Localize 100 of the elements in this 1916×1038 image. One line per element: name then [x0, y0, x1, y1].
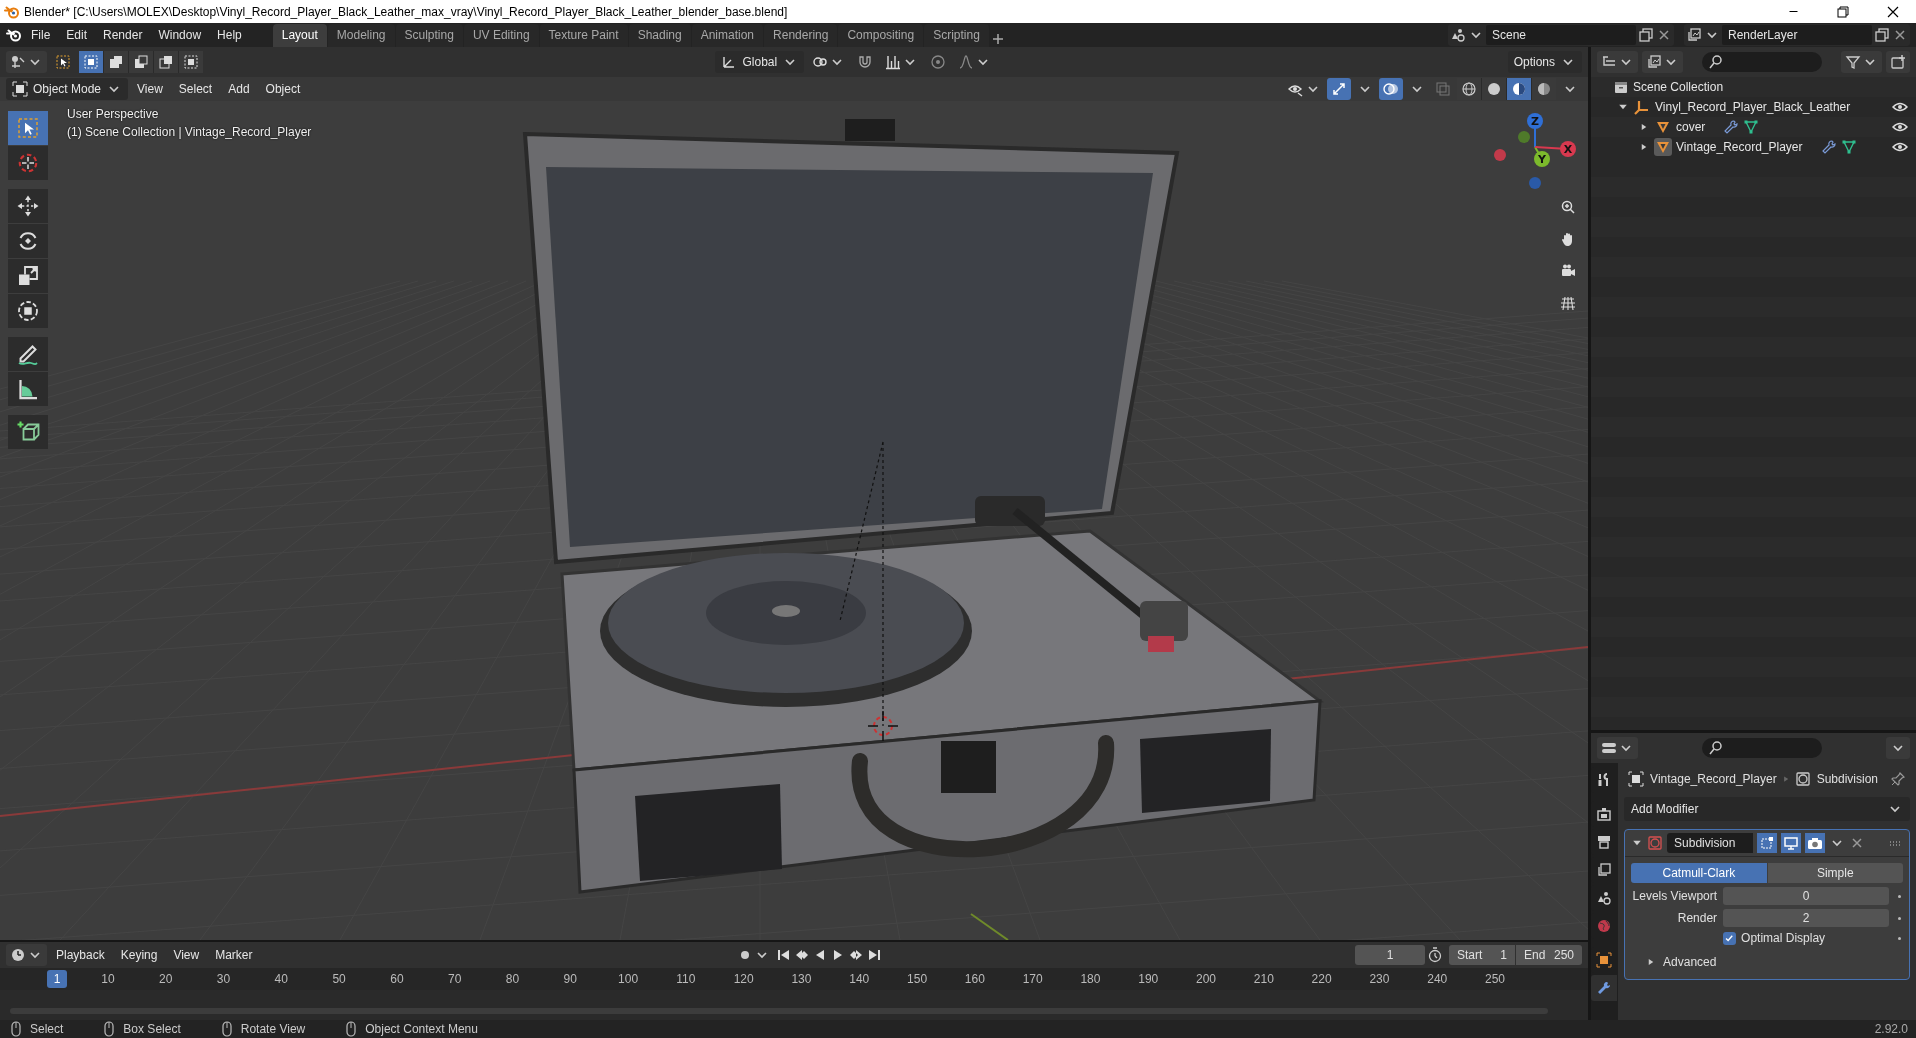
current-frame-field[interactable]: 1 [1355, 945, 1425, 965]
copy-icon[interactable] [1638, 27, 1654, 43]
edit-mode-toggle[interactable] [1757, 833, 1778, 853]
options-dropdown[interactable]: Options [1507, 51, 1582, 73]
new-collection-button[interactable] [1886, 51, 1910, 73]
menu-item[interactable]: View [166, 946, 207, 964]
pin-icon[interactable] [1890, 771, 1906, 787]
options-button[interactable] [1886, 737, 1910, 759]
workspace-tab[interactable]: UV Editing [463, 24, 539, 47]
select-mode-button[interactable] [154, 51, 178, 73]
shading-button[interactable] [1507, 78, 1531, 100]
axis-handle[interactable]: X [1560, 141, 1576, 157]
frame-number: 210 [1252, 972, 1275, 986]
menu-item[interactable]: File [24, 26, 58, 44]
pivot-icon [812, 54, 829, 70]
workspace-tab[interactable]: Scripting [924, 24, 989, 47]
end-frame-field[interactable]: End 250 [1516, 945, 1582, 965]
workspace-tab[interactable]: Sculpting [395, 24, 463, 47]
number-field[interactable]: 0 [1723, 887, 1889, 905]
checkbox-label[interactable]: Optimal Display [1741, 931, 1890, 945]
menu-item[interactable]: Help [210, 26, 249, 44]
outliner-label[interactable]: cover [1676, 120, 1706, 134]
tool-button[interactable] [8, 259, 48, 293]
negative-axis-handle[interactable] [1518, 131, 1530, 143]
modifier-wrench-icon[interactable] [1723, 119, 1740, 135]
shading-button[interactable] [1532, 78, 1556, 100]
scene-selector[interactable]: Scene [1448, 24, 1674, 46]
overlay-toggle[interactable] [1379, 78, 1403, 100]
workspace-tab[interactable]: Texture Paint [539, 24, 628, 47]
editor-type-button[interactable] [6, 51, 47, 73]
select-mode-button[interactable] [79, 51, 103, 73]
tool-button[interactable] [8, 111, 48, 145]
select-mode-button[interactable] [129, 51, 153, 73]
outliner-label[interactable]: Vintage_Record_Player [1676, 140, 1803, 154]
workspace-tab[interactable]: Layout [272, 24, 327, 47]
tool-button[interactable] [8, 146, 48, 180]
properties-tab[interactable] [1591, 975, 1617, 1001]
menu-item[interactable]: View [130, 80, 170, 98]
display-mode-button[interactable] [1642, 51, 1683, 73]
negative-axis-handle[interactable] [1494, 149, 1506, 161]
copy-icon[interactable] [1874, 27, 1890, 43]
name-field[interactable]: Subdivision [1667, 833, 1754, 853]
gizmo-toggle[interactable] [1327, 78, 1351, 100]
render-toggle[interactable] [1805, 833, 1826, 853]
shading-button[interactable] [1482, 78, 1506, 100]
tool-button[interactable] [8, 294, 48, 328]
modifier-wrench-icon[interactable] [1820, 139, 1837, 155]
number-field[interactable]: 2 [1723, 909, 1889, 927]
workspace-tab[interactable]: Animation [691, 24, 764, 47]
workspace-tab[interactable]: Modeling [327, 24, 395, 47]
material-sphere-icon [1511, 81, 1527, 97]
mesh-data-icon[interactable] [1743, 119, 1760, 135]
tool-button[interactable] [8, 189, 48, 223]
editor-type-button[interactable] [1597, 737, 1638, 759]
orientation-dropdown[interactable]: Global [715, 51, 805, 73]
method-option[interactable]: Catmull-Clark [1631, 863, 1767, 883]
select-mode-button[interactable] [179, 51, 203, 73]
tool-button[interactable] [8, 372, 48, 406]
app-menu-icon[interactable] [6, 27, 22, 43]
view-layer-selector[interactable]: RenderLayer [1684, 24, 1910, 46]
editor-type-button[interactable] [1597, 51, 1638, 73]
mesh-data-icon[interactable] [1840, 139, 1857, 155]
menu-item[interactable]: Window [151, 26, 209, 44]
jump-start-icon[interactable] [775, 947, 792, 963]
menu-item[interactable]: Keying [113, 946, 165, 964]
menu-item[interactable]: Marker [208, 946, 260, 964]
mesh-object-icon[interactable] [1655, 139, 1671, 155]
method-option[interactable]: Simple [1767, 863, 1903, 883]
shading-button[interactable] [1457, 78, 1481, 100]
menu-item[interactable]: Edit [59, 26, 95, 44]
outliner-label[interactable]: Vinyl_Record_Player_Black_Leather [1655, 100, 1851, 114]
mode-dropdown[interactable]: Object Mode [6, 78, 129, 100]
workspace-tab[interactable]: Shading [628, 24, 691, 47]
mesh-object-icon[interactable] [1655, 119, 1671, 135]
viewport-toggle[interactable] [1781, 833, 1802, 853]
editor-type-button[interactable] [6, 944, 47, 966]
select-mode-button[interactable] [104, 51, 128, 73]
filter-button[interactable] [1841, 51, 1882, 73]
search-field[interactable] [1702, 738, 1822, 758]
tool-button[interactable] [8, 415, 48, 449]
menu-item[interactable]: Add [221, 80, 257, 98]
menu-item[interactable]: Playback [49, 946, 112, 964]
start-frame-field[interactable]: Start 1 [1449, 945, 1515, 965]
menu-item[interactable]: Select [171, 80, 220, 98]
stopwatch-icon[interactable] [1427, 947, 1443, 963]
menu-item[interactable]: Render [96, 26, 150, 44]
tool-button[interactable] [8, 337, 48, 371]
add-modifier-dropdown[interactable]: Add Modifier [1624, 797, 1910, 821]
checkbox[interactable] [1723, 931, 1737, 945]
subpanel-header[interactable]: Advanced [1663, 955, 1717, 969]
axis-handle[interactable]: Y [1534, 151, 1550, 167]
tool-button[interactable] [8, 224, 48, 258]
menu-item[interactable]: Object [258, 80, 308, 98]
negative-axis-handle[interactable] [1529, 177, 1541, 189]
search-field[interactable] [1702, 52, 1822, 72]
axis-handle[interactable]: Z [1527, 113, 1543, 129]
workspace-tab[interactable]: Compositing [838, 24, 924, 47]
playhead-marker[interactable]: 1 [47, 970, 67, 988]
collection-icon[interactable] [1634, 99, 1650, 115]
workspace-tab[interactable]: Rendering [764, 24, 838, 47]
